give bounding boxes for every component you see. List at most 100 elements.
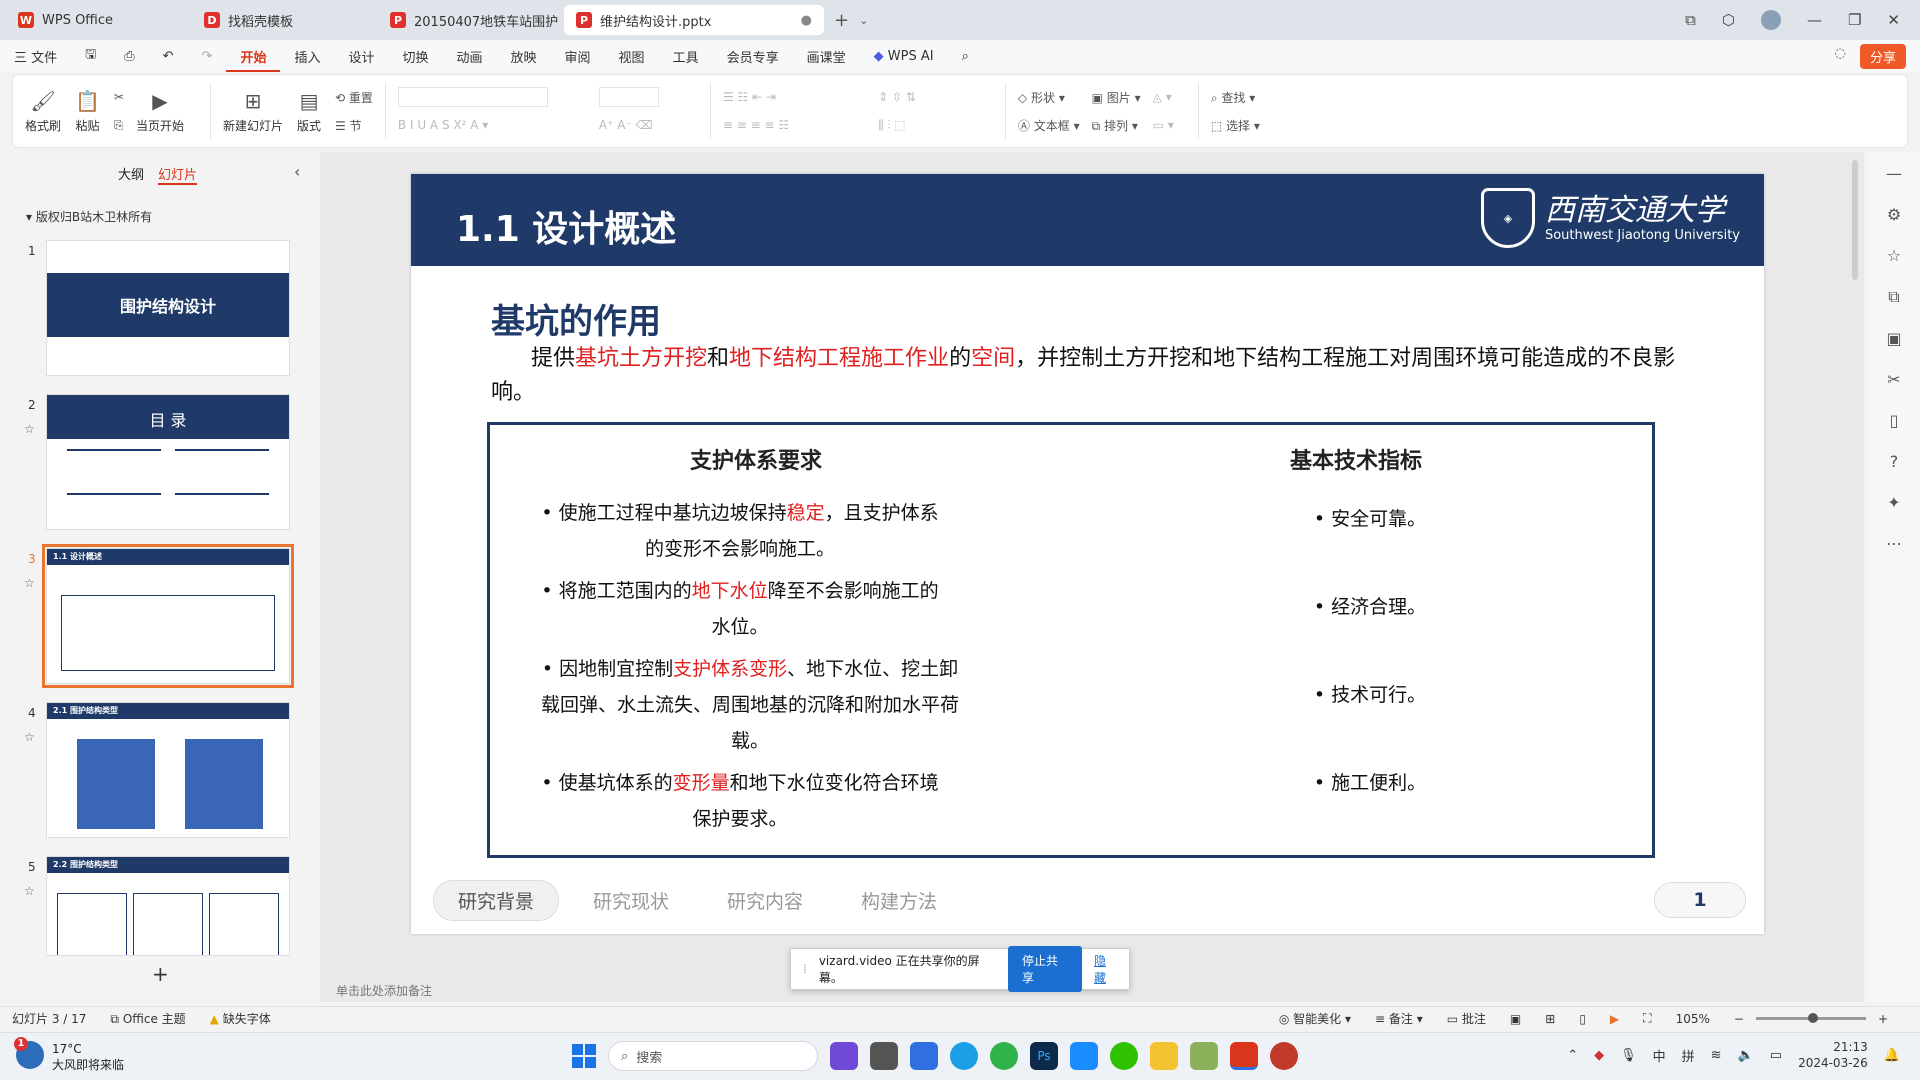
app-icon[interactable] [1270,1042,1298,1070]
reset-button[interactable]: ⟲ 重置 [335,89,373,106]
sorter-view-icon[interactable]: ⊞ [1533,1012,1567,1026]
minimize-icon[interactable]: — [1807,11,1822,29]
tab-pdf-document[interactable]: P 20150407地铁车站围护结构计算使用 [378,5,558,35]
notifications-bell-icon[interactable]: 🔔 [1884,1048,1900,1063]
copilot-icon[interactable] [830,1042,858,1070]
more-icon[interactable]: ⋯ [1886,534,1902,553]
windows-start-icon[interactable] [572,1044,596,1068]
missing-font-indicator[interactable]: ▲ 缺失字体 [198,1010,283,1027]
find-button[interactable]: ⌕ 查找 ▾ [1211,89,1260,106]
minus-icon[interactable]: — [1886,164,1902,183]
star-icon[interactable]: ☆ [24,884,35,898]
menu-review[interactable]: 审阅 [551,47,605,66]
clear-format-icon[interactable]: A⁺ A⁻ ⌫ [599,118,698,132]
comments-button[interactable]: ▭ 批注 [1435,1010,1498,1027]
microphone-icon[interactable]: 🎙 [1620,1048,1637,1063]
copy-layers-icon[interactable]: ⧉ [1888,287,1899,307]
slide-subtitle[interactable]: 基坑的作用 [491,294,661,343]
close-window-icon[interactable]: ✕ [1887,11,1900,29]
nav-research-status[interactable]: 研究现状 [569,881,693,920]
star-icon[interactable]: ☆ [24,422,35,436]
redo-icon[interactable]: ↷ [188,49,227,64]
slide-thumbnail-5[interactable]: 2.2 围护结构类型 [46,856,290,956]
weather-widget[interactable]: 1 17°C 大风即将来临 [14,1037,124,1073]
notes-button[interactable]: ≡ 备注 ▾ [1363,1010,1435,1027]
wechat-icon[interactable] [1110,1042,1138,1070]
slide-thumbnail-2[interactable]: 目 录 [46,394,290,530]
menu-slideshow[interactable]: 放映 [497,47,551,66]
menu-animation[interactable]: 动画 [443,47,497,66]
app-icon[interactable] [990,1042,1018,1070]
paste-button[interactable]: 📋 粘贴 [75,81,100,141]
feishu-icon[interactable] [1070,1042,1098,1070]
format-painter-button[interactable]: 🖌 格式刷 [25,81,61,141]
ai-sparkle-icon[interactable]: ✦ [1887,493,1900,512]
photoshop-icon[interactable]: Ps [1030,1042,1058,1070]
chat-icon[interactable]: ◌ [1835,46,1846,61]
select-button[interactable]: ⬚ 选择 ▾ [1211,117,1260,134]
notes-placeholder[interactable]: 单击此处添加备注 [336,982,432,999]
layout-button[interactable]: ▤ 版式 [297,81,321,141]
taskbar-search[interactable]: ⌕ 搜索 [608,1041,818,1071]
star-icon[interactable]: ☆ [24,576,35,590]
menu-tools[interactable]: 工具 [659,47,713,66]
wps-ai-button[interactable]: ◆ WPS AI [860,49,948,64]
drag-handle-icon[interactable]: ⁞ [803,962,807,976]
slide[interactable]: 1.1 设计概述 ◈ 西南交通大学 Southwest Jiaotong Uni… [411,174,1764,934]
line-spacing-icon[interactable]: ⇕ ⇳ ⇅ [878,90,993,104]
vertical-scrollbar[interactable] [1852,160,1858,280]
book-icon[interactable]: ▯ [1890,411,1899,430]
wps-office-icon[interactable] [1230,1042,1258,1070]
tab-docer-templates[interactable]: D 找稻壳模板 [192,5,372,35]
close-tab-icon[interactable]: ● [801,13,812,28]
font-family-select[interactable] [397,87,548,107]
smart-beautify-button[interactable]: ◎ 智能美化 ▾ [1267,1010,1363,1027]
battery-icon[interactable]: ▭ [1770,1048,1782,1063]
file-menu[interactable]: 三 文件 [0,47,71,66]
menu-insert[interactable]: 插入 [280,47,334,66]
window-layout-icon[interactable]: ⧉ [1685,11,1696,29]
star-icon[interactable]: ☆ [1887,246,1901,265]
font-style-buttons[interactable]: B I U A S X² A ▾ [398,118,587,132]
shape-button[interactable]: ◇ 形状 ▾ [1018,89,1080,106]
share-button[interactable]: 分享 [1859,44,1906,69]
chevron-down-icon[interactable]: ⌄ [859,14,868,27]
section-button[interactable]: ☰ 节 [335,117,373,134]
reading-view-icon[interactable]: ▯ [1567,1012,1598,1026]
stop-sharing-button[interactable]: 停止共享 [1007,946,1082,992]
copy-icon[interactable]: ⎘ [114,118,124,133]
ime-chinese[interactable]: 中 [1653,1046,1666,1065]
sliders-icon[interactable]: ⚙ [1887,205,1901,224]
align-icons[interactable]: ≡ ≡ ≡ ≡ ☷ [723,118,866,132]
nav-research-background[interactable]: 研究背景 [433,880,560,921]
restore-icon[interactable]: ❐ [1848,11,1861,29]
zoom-slider[interactable] [1755,1013,1866,1023]
outline-icon[interactable]: ▭ ▾ [1153,118,1174,132]
menu-home[interactable]: 开始 [226,47,281,72]
wifi-icon[interactable]: ≋ [1711,1048,1722,1063]
zoom-in-button[interactable]: + [1866,1012,1900,1026]
slide-title[interactable]: 1.1 设计概述 [456,200,676,252]
fill-icon[interactable]: ◬ ▾ [1153,90,1174,104]
clock[interactable]: 21:13 2024-03-26 [1798,1039,1868,1071]
menu-view[interactable]: 视图 [605,47,659,66]
textbox-button[interactable]: Ⓐ 文本框 ▾ [1018,117,1080,134]
edge-browser-icon[interactable] [950,1042,978,1070]
nav-research-content[interactable]: 研究内容 [703,881,827,920]
tab-pptx-document[interactable]: P 维护结构设计.pptx ● [564,5,824,35]
undo-icon[interactable]: ↶ [149,49,188,64]
chevron-up-icon[interactable]: ⌃ [1567,1048,1578,1063]
intro-paragraph[interactable]: 提供基坑土方开挖和地下结构工程施工作业的空间，并控制土方开挖和地下结构工程施工对… [491,342,1711,410]
file-explorer-icon[interactable] [1150,1042,1178,1070]
zoom-level[interactable]: 105% [1664,1012,1722,1026]
star-icon[interactable]: ☆ [24,730,35,744]
tab-slides[interactable]: 幻灯片 [158,164,198,185]
save-icon[interactable]: 🖫 [71,45,110,67]
menu-design[interactable]: 设计 [334,47,388,66]
cut-icon[interactable]: ✂ [114,90,124,104]
zoom-out-button[interactable]: − [1722,1012,1756,1026]
help-icon[interactable]: ? [1890,452,1899,471]
cube-icon[interactable]: ⬡ [1722,11,1735,29]
normal-view-icon[interactable]: ▣ [1498,1012,1533,1026]
columns-icon[interactable]: ⫼ ⫶ ⬚ [878,118,993,133]
